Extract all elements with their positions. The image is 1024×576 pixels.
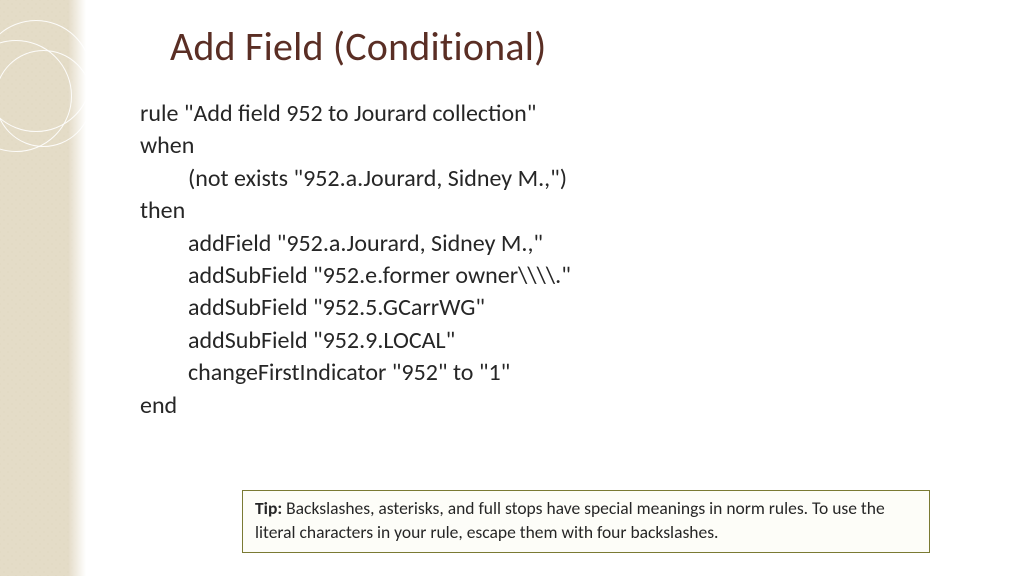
code-line: end <box>140 390 920 422</box>
code-line: addSubField "952.5.GCarrWG" <box>140 292 920 324</box>
code-line: changeFirstIndicator "952" to "1" <box>140 357 920 389</box>
code-line: when <box>140 130 920 162</box>
tip-label: Tip: <box>255 497 282 519</box>
code-line: addSubField "952.9.LOCAL" <box>140 325 920 357</box>
slide: Add Field (Conditional) rule "Add field … <box>0 0 1024 576</box>
code-line: (not exists "952.a.Jourard, Sidney M.,") <box>140 163 920 195</box>
code-block: rule "Add field 952 to Jourard collectio… <box>140 98 920 422</box>
code-line: then <box>140 195 920 227</box>
code-line: addSubField "952.e.former owner\\\\." <box>140 260 920 292</box>
tip-box: Tip: Backslashes, asterisks, and full st… <box>242 490 930 553</box>
tip-text: Backslashes, asterisks, and full stops h… <box>255 497 885 543</box>
decorative-band <box>0 0 86 576</box>
code-line: addField "952.a.Jourard, Sidney M.," <box>140 228 920 260</box>
code-line: rule "Add field 952 to Jourard collectio… <box>140 98 920 130</box>
slide-title: Add Field (Conditional) <box>170 22 546 71</box>
decorative-rings <box>0 10 86 170</box>
